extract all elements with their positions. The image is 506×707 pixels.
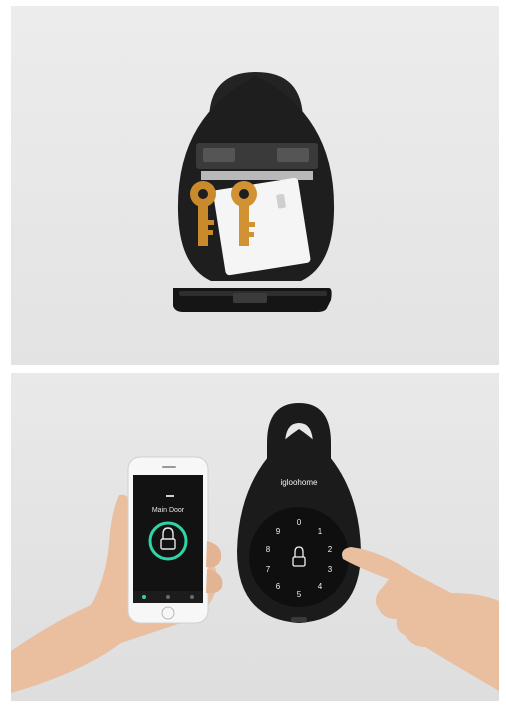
keypad: 0 1 2 3 4 5 6 7 8 9 xyxy=(249,507,349,607)
tab-menu-icon xyxy=(190,595,194,599)
tab-share-icon xyxy=(166,595,170,599)
brand-logo: igloohome xyxy=(281,478,318,487)
keypad-digit-7: 7 xyxy=(266,565,271,574)
right-hand xyxy=(342,547,499,691)
keypad-digit-4: 4 xyxy=(318,582,323,591)
tab-home-icon xyxy=(142,595,146,599)
photo-open-lockbox xyxy=(11,6,499,365)
keypad-digit-0: 0 xyxy=(297,518,302,527)
open-lockbox-illustration xyxy=(173,72,335,312)
access-card xyxy=(213,177,311,276)
keypad-digit-1: 1 xyxy=(318,527,323,536)
phone-lockbox-illustration: Main Door igloohome 0 1 2 3 4 5 6 7 8 9 xyxy=(11,403,499,693)
keypad-digit-5: 5 xyxy=(297,590,302,599)
keypad-digit-6: 6 xyxy=(276,582,281,591)
keypad-digit-2: 2 xyxy=(328,545,333,554)
photo-phone-and-lockbox: Main Door igloohome 0 1 2 3 4 5 6 7 8 9 xyxy=(11,373,499,701)
keypad-digit-3: 3 xyxy=(328,565,333,574)
keypad-digit-8: 8 xyxy=(266,545,271,554)
phone-screen-title: Main Door xyxy=(152,507,185,514)
keypad-digit-9: 9 xyxy=(276,527,281,536)
